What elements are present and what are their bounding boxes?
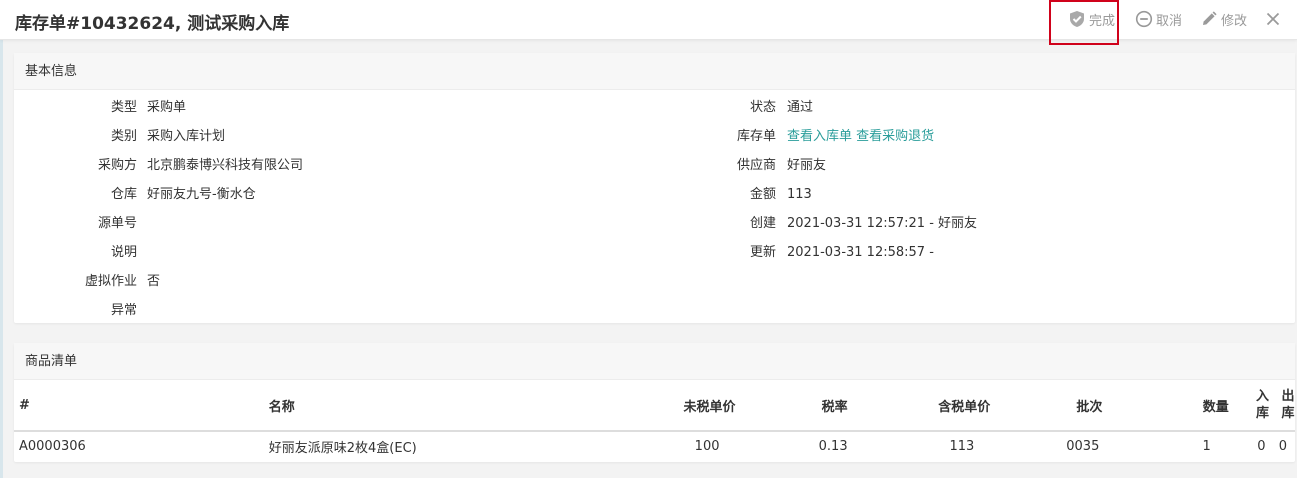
info-label: 更新 xyxy=(749,245,776,260)
info-value: 2021-03-31 12:57:21 - 好丽友 xyxy=(787,216,978,231)
cell-inbound: 0 xyxy=(1257,438,1266,454)
header-bar: 库存单#10432624, 测试采购入库 完成 取消 修改 xyxy=(0,0,1297,40)
view-purchase-return-link[interactable]: 查看采购退货 xyxy=(856,129,934,144)
cell-price-inc-tax: 113 xyxy=(949,438,975,454)
col-header-inbound: 入库 xyxy=(1228,380,1270,432)
cell-batch: 0035 xyxy=(1066,438,1100,454)
info-value: 否 xyxy=(147,274,161,289)
cell-outbound: 0 xyxy=(1278,438,1287,454)
basic-info-panel: 基本信息 类型 采购单 类别 采购入库计划 采购方 北京鹏泰博兴科技有限公司 仓… xyxy=(14,53,1295,323)
goods-heading: 商品清单 xyxy=(14,343,1295,380)
info-row-supplier: 供应商 好丽友 xyxy=(14,151,1295,180)
close-icon xyxy=(1265,11,1281,27)
shield-check-icon xyxy=(1068,10,1086,28)
info-value: 113 xyxy=(787,187,812,202)
minus-circle-icon xyxy=(1135,10,1153,28)
cell-name: 好丽友派原味2枚4盒(EC) xyxy=(268,440,417,456)
cancel-button[interactable]: 取消 xyxy=(1135,10,1182,29)
col-header-outbound-bottom: 库 xyxy=(1281,406,1295,421)
done-label: 完成 xyxy=(1088,13,1115,29)
info-label: 创建 xyxy=(749,216,776,231)
info-label: 金额 xyxy=(749,187,776,202)
page-title: 库存单#10432624, 测试采购入库 xyxy=(15,14,290,34)
left-edge-strip xyxy=(0,0,3,478)
info-value: 好丽友 xyxy=(787,158,827,173)
done-button[interactable]: 完成 xyxy=(1066,10,1117,29)
info-value: 通过 xyxy=(787,100,814,115)
cancel-label: 取消 xyxy=(1155,13,1182,29)
edit-label: 修改 xyxy=(1220,13,1247,29)
info-row-stock-order: 库存单 查看入库单 查看采购退货 xyxy=(14,122,1295,151)
info-value: 查看入库单 查看采购退货 xyxy=(787,122,934,151)
col-header-number: # xyxy=(14,380,269,432)
cell-quantity: 1 xyxy=(1202,438,1211,454)
info-label: 状态 xyxy=(749,100,776,115)
col-header-name: 名称 xyxy=(268,380,606,432)
cell-price-ex-tax: 100 xyxy=(694,438,720,454)
basic-info-heading: 基本信息 xyxy=(14,53,1295,90)
info-label: 供应商 xyxy=(736,158,776,173)
cell-number: A0000306 xyxy=(19,438,86,454)
cell-tax-rate: 0.13 xyxy=(818,438,848,454)
info-value: 2021-03-31 12:58:57 - xyxy=(787,245,934,260)
info-row-amount: 金额 113 xyxy=(14,180,1295,209)
col-header-outbound: 出库 xyxy=(1269,380,1295,432)
info-row-created: 创建 2021-03-31 12:57:21 - 好丽友 xyxy=(14,209,1295,238)
close-button[interactable] xyxy=(1265,11,1281,27)
info-row-status: 状态 通过 xyxy=(14,93,1295,122)
edit-button[interactable]: 修改 xyxy=(1200,10,1247,29)
col-header-batch: 批次 xyxy=(990,380,1103,432)
info-row-virtual-operation: 虚拟作业 否 xyxy=(14,267,654,296)
basic-info-right-column: 状态 通过 库存单 查看入库单 查看采购退货 供应商 好丽友 金额 113 创建… xyxy=(14,93,1295,267)
pencil-icon xyxy=(1200,10,1218,28)
view-inbound-order-link[interactable]: 查看入库单 xyxy=(787,129,852,144)
col-header-tax-rate: 税率 xyxy=(735,380,848,432)
table-row: A0000306 好丽友派原味2枚4盒(EC) 100 0.13 113 003… xyxy=(14,431,1295,460)
col-header-outbound-top: 出 xyxy=(1281,389,1295,404)
col-header-quantity: 数量 xyxy=(1102,380,1229,432)
goods-table: # 名称 未税单价 税率 含税单价 批次 数量 入库 出库 A0000306 好… xyxy=(14,380,1295,460)
info-row-updated: 更新 2021-03-31 12:58:57 - xyxy=(14,238,1295,267)
col-header-price-ex-tax: 未税单价 xyxy=(605,380,736,432)
page: 库存单#10432624, 测试采购入库 完成 取消 修改 基本信息 类型 采购… xyxy=(0,0,1297,478)
info-label: 虚拟作业 xyxy=(84,274,137,289)
col-header-inbound-top: 入 xyxy=(1255,389,1269,404)
info-row-exception: 异常 xyxy=(14,296,654,325)
col-header-price-inc-tax: 含税单价 xyxy=(847,380,991,432)
goods-header-row: # 名称 未税单价 税率 含税单价 批次 数量 入库 出库 xyxy=(14,380,1295,432)
col-header-inbound-bottom: 库 xyxy=(1255,406,1269,421)
info-label: 库存单 xyxy=(736,129,776,144)
info-label: 异常 xyxy=(110,303,137,318)
header-actions: 完成 取消 修改 xyxy=(1048,0,1281,38)
goods-panel: 商品清单 # 名称 未税单价 税率 含税单价 批次 数量 入库 出 库 A000… xyxy=(14,343,1295,462)
